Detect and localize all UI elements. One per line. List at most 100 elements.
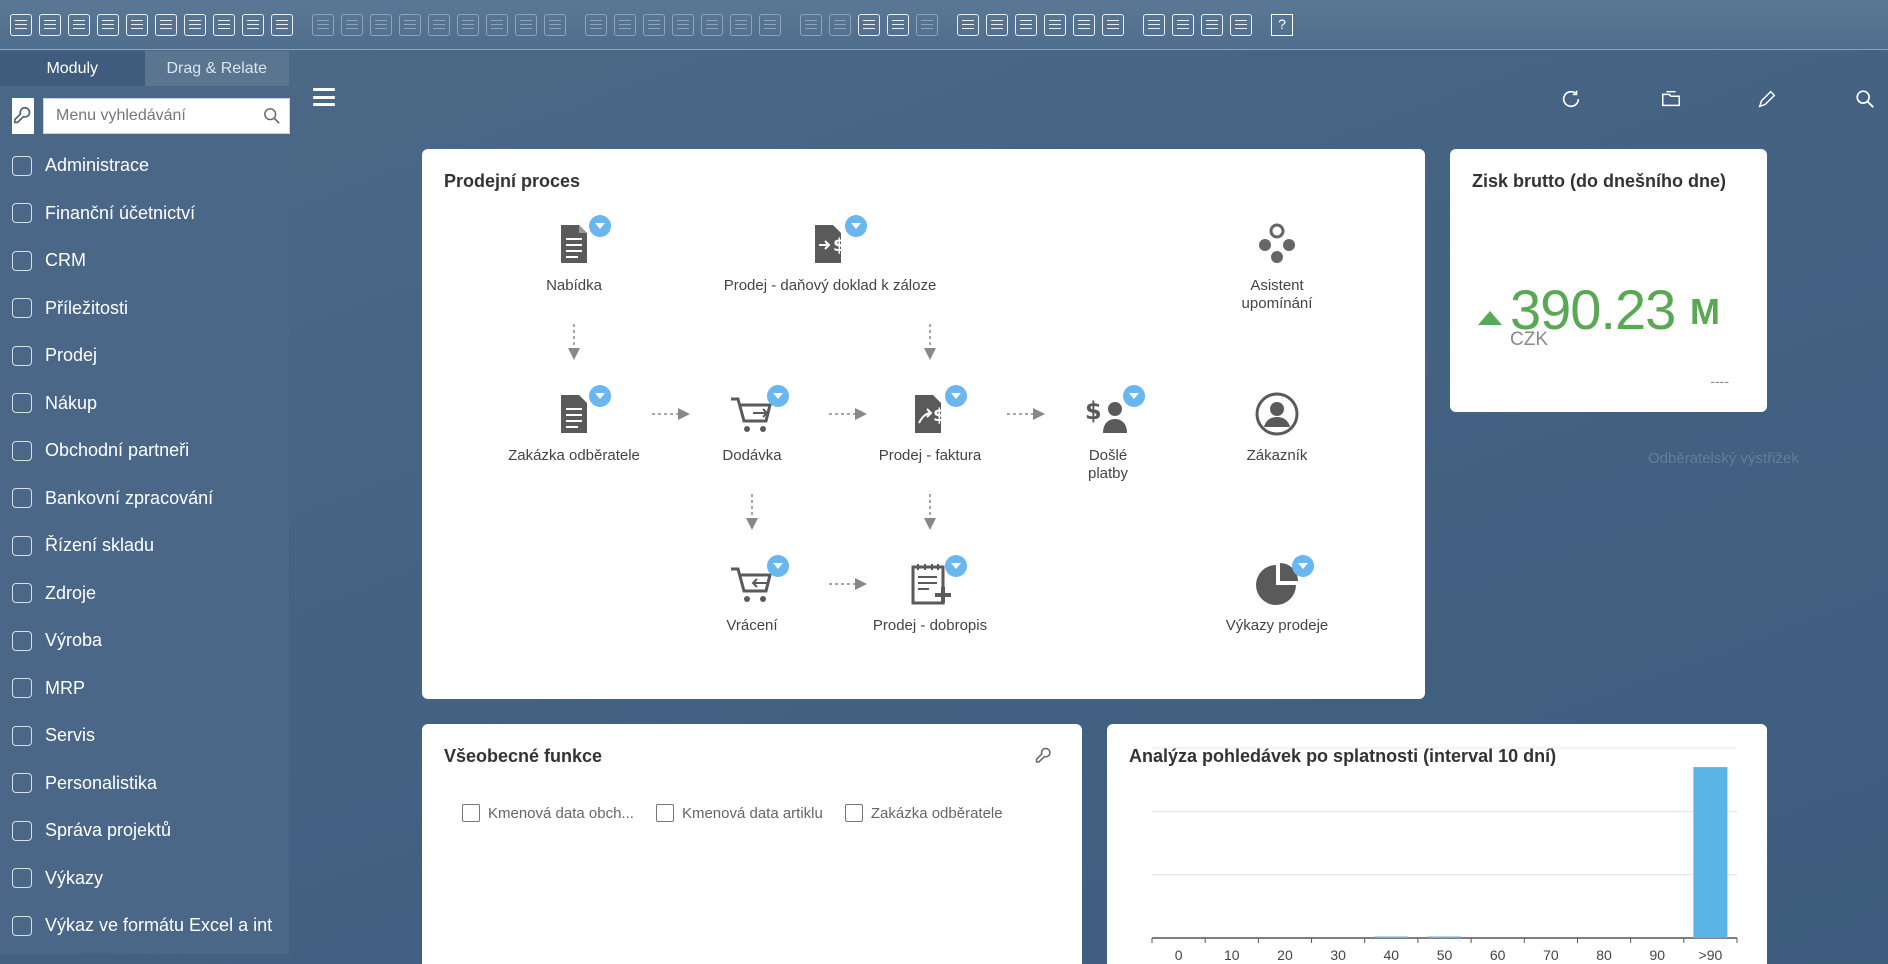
global-search-icon[interactable] [1854, 88, 1876, 110]
dropdown-badge[interactable] [845, 215, 867, 237]
settings-icon[interactable] [829, 13, 851, 36]
sidebar-item[interactable]: Finanční účetnictví [0, 190, 289, 238]
shortcut-item[interactable]: Kmenová data artiklu [655, 804, 823, 822]
sidebar-item[interactable]: Personalistika [0, 760, 289, 808]
report-icon[interactable] [1102, 13, 1124, 36]
node-delivery[interactable]: Dodávka [667, 385, 837, 465]
node-payments[interactable]: $ Došlé platby [1023, 385, 1193, 483]
comment2-icon[interactable] [916, 13, 938, 36]
export-icon[interactable] [1172, 13, 1194, 36]
web-icon[interactable] [1230, 13, 1252, 36]
node-sales-reports[interactable]: Výkazy prodeje [1192, 555, 1362, 635]
pdf-icon[interactable] [213, 13, 235, 36]
bar[interactable] [1374, 936, 1409, 939]
sidebar-item[interactable]: MRP [0, 665, 289, 713]
move-icon[interactable] [242, 13, 264, 36]
dropdown-badge[interactable] [589, 215, 611, 237]
doc-settings-icon[interactable] [957, 13, 979, 36]
sidebar-item[interactable]: Výroba [0, 617, 289, 665]
next-icon[interactable] [428, 13, 450, 36]
bar[interactable] [1693, 767, 1728, 938]
hamburger-menu-icon[interactable] [313, 88, 335, 106]
layout-icon[interactable] [1143, 13, 1165, 36]
tab-moduly[interactable]: Moduly [0, 51, 145, 86]
reminder-dots-icon [1259, 223, 1295, 263]
dropdown-badge[interactable] [767, 385, 789, 407]
node-order[interactable]: Zakázka odběratele [489, 385, 659, 465]
goto-icon[interactable] [341, 13, 363, 36]
binoculars-icon[interactable] [312, 13, 334, 36]
customer-icon [1255, 392, 1299, 436]
grid2-icon[interactable] [614, 13, 636, 36]
select-icon[interactable] [544, 13, 566, 36]
help-button[interactable]: ? [1271, 13, 1293, 36]
swap-icon[interactable] [486, 13, 508, 36]
search-doc-icon[interactable] [759, 13, 781, 36]
bar[interactable] [1427, 936, 1462, 939]
sidebar-item[interactable]: Bankovní zpracování [0, 475, 289, 523]
dropdown-badge[interactable] [1292, 555, 1314, 577]
partners-icon [12, 440, 32, 461]
tab-drag-relate[interactable]: Drag & Relate [145, 51, 290, 86]
filter-icon[interactable] [515, 13, 537, 36]
sidebar-item[interactable]: Obchodní partneři [0, 427, 289, 475]
print-icon[interactable] [39, 13, 61, 36]
coin-icon[interactable] [672, 13, 694, 36]
kpi-unit: M [1690, 291, 1720, 332]
dropdown-badge[interactable] [945, 555, 967, 577]
shortcut-item[interactable]: Kmenová data obch... [462, 804, 634, 822]
share-icon[interactable] [1044, 13, 1066, 36]
wrench-icon[interactable] [1034, 746, 1054, 766]
sidebar-item[interactable]: Řízení skladu [0, 522, 289, 570]
approve-icon[interactable] [1201, 13, 1223, 36]
excel-icon[interactable] [155, 13, 177, 36]
node-returns[interactable]: Vrácení [667, 555, 837, 635]
notes-icon[interactable] [858, 13, 880, 36]
copy-icon[interactable] [97, 13, 119, 36]
dropdown-badge[interactable] [589, 385, 611, 407]
dropdown-badge[interactable] [945, 385, 967, 407]
last-icon[interactable] [457, 13, 479, 36]
stamp-icon[interactable] [1073, 13, 1095, 36]
preview-icon[interactable] [10, 13, 32, 36]
edit-pencil-icon[interactable] [1756, 88, 1778, 110]
sidebar-item[interactable]: CRM [0, 237, 289, 285]
sidebar-item[interactable]: Administrace [0, 142, 289, 190]
shortcut-item[interactable]: Zakázka odběratele [844, 804, 1003, 822]
table-icon[interactable] [271, 13, 293, 36]
print-setup-icon[interactable] [68, 13, 90, 36]
menu-search-input[interactable] [56, 107, 263, 125]
refresh-icon[interactable] [1560, 88, 1582, 110]
node-credit[interactable]: Prodej - dobropis [845, 555, 1015, 635]
search-icon[interactable] [263, 107, 281, 125]
dropdown-badge[interactable] [767, 555, 789, 577]
duplicate-icon[interactable] [126, 13, 148, 36]
sidebar-item[interactable]: Správa projektů [0, 807, 289, 855]
word-icon[interactable] [184, 13, 206, 36]
doc-info-icon[interactable] [986, 13, 1008, 36]
sidebar-item[interactable]: Servis [0, 712, 289, 760]
sidebar-item[interactable]: Výkaz ve formátu Excel a int [0, 902, 289, 950]
first-icon[interactable] [370, 13, 392, 36]
prev-icon[interactable] [399, 13, 421, 36]
menu-settings-button[interactable] [12, 98, 34, 134]
sidebar-item[interactable]: Výkazy [0, 855, 289, 903]
node-downpayment[interactable]: $ Prodej - daňový doklad k záloze [680, 215, 980, 295]
calc-icon[interactable] [643, 13, 665, 36]
sidebar-item[interactable]: Příležitosti [0, 285, 289, 333]
grid-icon[interactable] [585, 13, 607, 36]
document-icon[interactable] [730, 13, 752, 36]
node-quote[interactable]: Nabídka [489, 215, 659, 295]
scales-icon[interactable] [701, 13, 723, 36]
node-reminder[interactable]: Asistent upomínání [1192, 221, 1362, 313]
edit-icon[interactable] [800, 13, 822, 36]
node-customer[interactable]: Zákazník [1192, 391, 1362, 465]
open-folder-icon[interactable] [1660, 88, 1682, 110]
comment-icon[interactable] [887, 13, 909, 36]
sidebar-item[interactable]: Nákup [0, 380, 289, 428]
sidebar-item[interactable]: Prodej [0, 332, 289, 380]
dropdown-badge[interactable] [1123, 385, 1145, 407]
node-invoice[interactable]: $ Prodej - faktura [845, 385, 1015, 465]
sidebar-item[interactable]: Zdroje [0, 570, 289, 618]
calendar-icon[interactable] [1015, 13, 1037, 36]
